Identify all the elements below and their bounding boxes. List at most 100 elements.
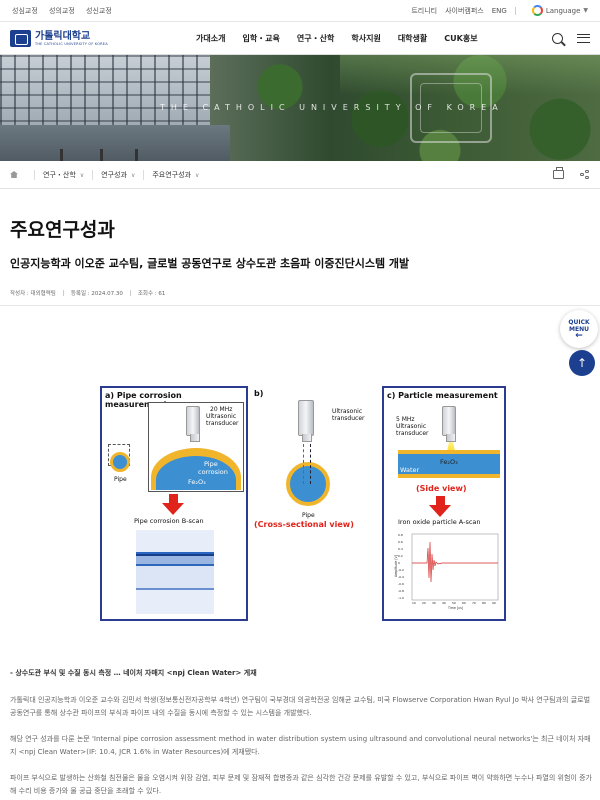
hero-banner: THE CATHOLIC UNIVERSITY OF KOREA: [0, 55, 600, 161]
divider: [514, 6, 516, 15]
university-logo[interactable]: 가톨릭대학교 THE CATHOLIC UNIVERSITY OF KOREA: [10, 29, 180, 47]
panel-c-transducer: [442, 406, 456, 442]
panel-c-xtick: 20: [422, 601, 426, 605]
article-paragraph: 파이프 부식으로 발생하는 산화철 침전물은 물을 오염시켜 위장 감염, 피부…: [10, 774, 592, 795]
arrow-left-icon: ←: [575, 330, 583, 341]
panel-c-ascan-label: Iron oxide particle A-scan: [398, 518, 481, 526]
panel-c-fe-label: Fe₂O₃: [440, 458, 458, 466]
nav-item-admission[interactable]: 입학・교육: [242, 33, 279, 44]
panel-a-fe-label: Fe₂O₃: [188, 478, 206, 486]
main-nav: 가대소개 입학・교육 연구・산학 학사지원 대학생활 CUK홍보: [196, 33, 552, 44]
panel-a-bscan-label: Pipe corrosion B-scan: [134, 517, 204, 525]
panel-c-ytick: -0.2: [398, 568, 404, 572]
panel-c-xtick: 50: [452, 601, 456, 605]
panel-c-ultra: Ultrasonic: [396, 423, 427, 430]
panel-c-trans: transducer: [396, 430, 429, 437]
eng-link[interactable]: ENG: [492, 7, 507, 15]
panel-c-arrow-icon: [429, 505, 451, 517]
panel-c-ytick: -0.6: [398, 582, 404, 586]
logo-emblem-icon: [10, 29, 31, 47]
breadcrumb-label: 주요연구성과: [152, 170, 191, 179]
figure-panel-a: a) Pipe corrosion measurement 20 MHz Ult…: [100, 386, 248, 621]
chevron-down-icon: ∨: [79, 171, 85, 179]
breadcrumb: 연구・산학 ∨ 연구성과 ∨ 주요연구성과 ∨: [0, 161, 600, 189]
arrow-up-icon: ↑: [576, 356, 588, 370]
campus-link-seongsin[interactable]: 성신교정: [86, 7, 112, 15]
article-author: 작성자 : 대외협력팀: [10, 291, 56, 297]
nav-item-pr[interactable]: CUK홍보: [444, 33, 477, 44]
article-paragraph: 해당 연구 성과를 다룬 논문 'Internal pipe corrosion…: [10, 735, 591, 756]
panel-b-cross-label: (Cross-sectional view): [254, 520, 354, 529]
panel-a-bscan-image: [136, 530, 214, 614]
quick-menu-button[interactable]: QUICK MENU ←: [560, 310, 598, 348]
nav-item-campus-life[interactable]: 대학생활: [398, 33, 427, 44]
article-date: 등록일 : 2024.07.30: [70, 291, 123, 297]
campus-link-seongui[interactable]: 성의교정: [49, 7, 75, 15]
breadcrumb-label: 연구성과: [101, 170, 127, 179]
hamburger-menu-icon[interactable]: [577, 33, 590, 43]
scroll-to-top-button[interactable]: ↑: [569, 350, 595, 376]
panel-c-ytick: 0.4: [398, 547, 403, 551]
search-icon[interactable]: [552, 32, 563, 44]
divider: [0, 305, 600, 306]
panel-c-ytick: -0.4: [398, 575, 404, 579]
article-title: 인공지능학과 이오준 교수팀, 글로벌 공동연구로 상수도관 초음파 이중진단시…: [10, 257, 410, 270]
panel-c-ytick: 0: [398, 561, 400, 565]
panel-c-xlabel: Time [us]: [448, 606, 463, 610]
language-selector[interactable]: Language ▼: [524, 5, 588, 16]
panel-c-xtick: 30: [432, 601, 436, 605]
panel-c-ytick: 0.2: [398, 554, 403, 558]
quick-menu-label-1: QUICK: [568, 318, 590, 326]
banner-text: THE CATHOLIC UNIVERSITY OF KOREA: [160, 103, 504, 112]
nav-item-research[interactable]: 연구・산학: [297, 33, 334, 44]
panel-b-pipe-cross-section: [286, 462, 330, 506]
share-icon[interactable]: [580, 169, 590, 180]
breadcrumb-divider: [34, 169, 35, 180]
panel-c-ylabel: Amplitude [V]: [394, 554, 399, 578]
utility-links: 트리니티 사이버캠퍼스 ENG Language ▼: [403, 5, 588, 16]
panel-c-xtick: 90: [492, 601, 496, 605]
meta-divider: [129, 290, 131, 296]
chevron-down-icon: ∨: [194, 171, 200, 179]
nav-item-academic[interactable]: 학사지원: [351, 33, 380, 44]
banner-pedestrian: [100, 149, 103, 161]
panel-b-pipe-label: Pipe: [302, 512, 315, 519]
language-label: Language: [545, 6, 581, 15]
panel-c-side-label: (Side view): [416, 484, 467, 493]
article-views: 조회수 : 61: [137, 291, 166, 297]
breadcrumb-item-research[interactable]: 연구・산학 ∨: [43, 170, 84, 180]
research-figure: a) Pipe corrosion measurement 20 MHz Ult…: [100, 386, 506, 622]
logo-korean-name: 가톨릭대학교: [35, 30, 91, 42]
trinity-link[interactable]: 트리니티: [411, 6, 437, 16]
article-body: - 상수도관 부식 및 수질 동시 측정 … 네이처 자매지 <npj Clea…: [10, 668, 592, 800]
figure-panel-c: c) Particle measurement 5 MHz Ultrasonic…: [382, 386, 506, 621]
panel-c-ascan-plot: 0.8 0.6 0.4 0.2 0 -0.2 -0.4 -0.6 -0.8 -1…: [394, 530, 502, 612]
panel-c-xtick: 70: [472, 601, 476, 605]
article-paragraph: 가톨릭대 인공지능학과 이오준 교수와 김민서 학생(정보통신전자공학부 4학년…: [10, 696, 591, 717]
panel-c-title: c) Particle measurement: [387, 391, 498, 400]
panel-a-ultra: Ultrasonic: [206, 413, 237, 420]
print-icon[interactable]: [553, 167, 564, 179]
campus-links: 성심교정 성의교정 성신교정: [12, 6, 121, 16]
chevron-down-icon: ∨: [130, 171, 136, 179]
panel-b-trans: transducer: [332, 415, 365, 422]
panel-c-water-label: Water: [400, 466, 420, 474]
panel-a-transducer: [186, 406, 200, 442]
nav-item-about[interactable]: 가대소개: [196, 33, 225, 44]
home-icon[interactable]: [10, 171, 18, 178]
panel-c-ytick: -1.0: [398, 596, 404, 600]
breadcrumb-divider: [143, 169, 145, 180]
panel-a-pipe-icon: [110, 452, 130, 472]
panel-c-ytick: 0.8: [398, 533, 403, 537]
panel-b-ultra: Ultrasonic: [332, 408, 363, 415]
breadcrumb-item-results[interactable]: 연구성과 ∨: [101, 170, 135, 180]
breadcrumb-divider: [92, 169, 94, 180]
cyber-campus-link[interactable]: 사이버캠퍼스: [445, 6, 484, 16]
banner-pedestrian: [60, 149, 63, 161]
campus-link-seongsim[interactable]: 성심교정: [12, 7, 38, 15]
breadcrumb-item-main-results[interactable]: 주요연구성과 ∨: [152, 170, 199, 180]
logo-english-name: THE CATHOLIC UNIVERSITY OF KOREA: [35, 41, 108, 46]
panel-a-corrosion-label-1: Pipe: [204, 460, 218, 468]
panel-c-xtick: 10: [412, 601, 416, 605]
page-title: 주요연구성과: [10, 219, 115, 241]
